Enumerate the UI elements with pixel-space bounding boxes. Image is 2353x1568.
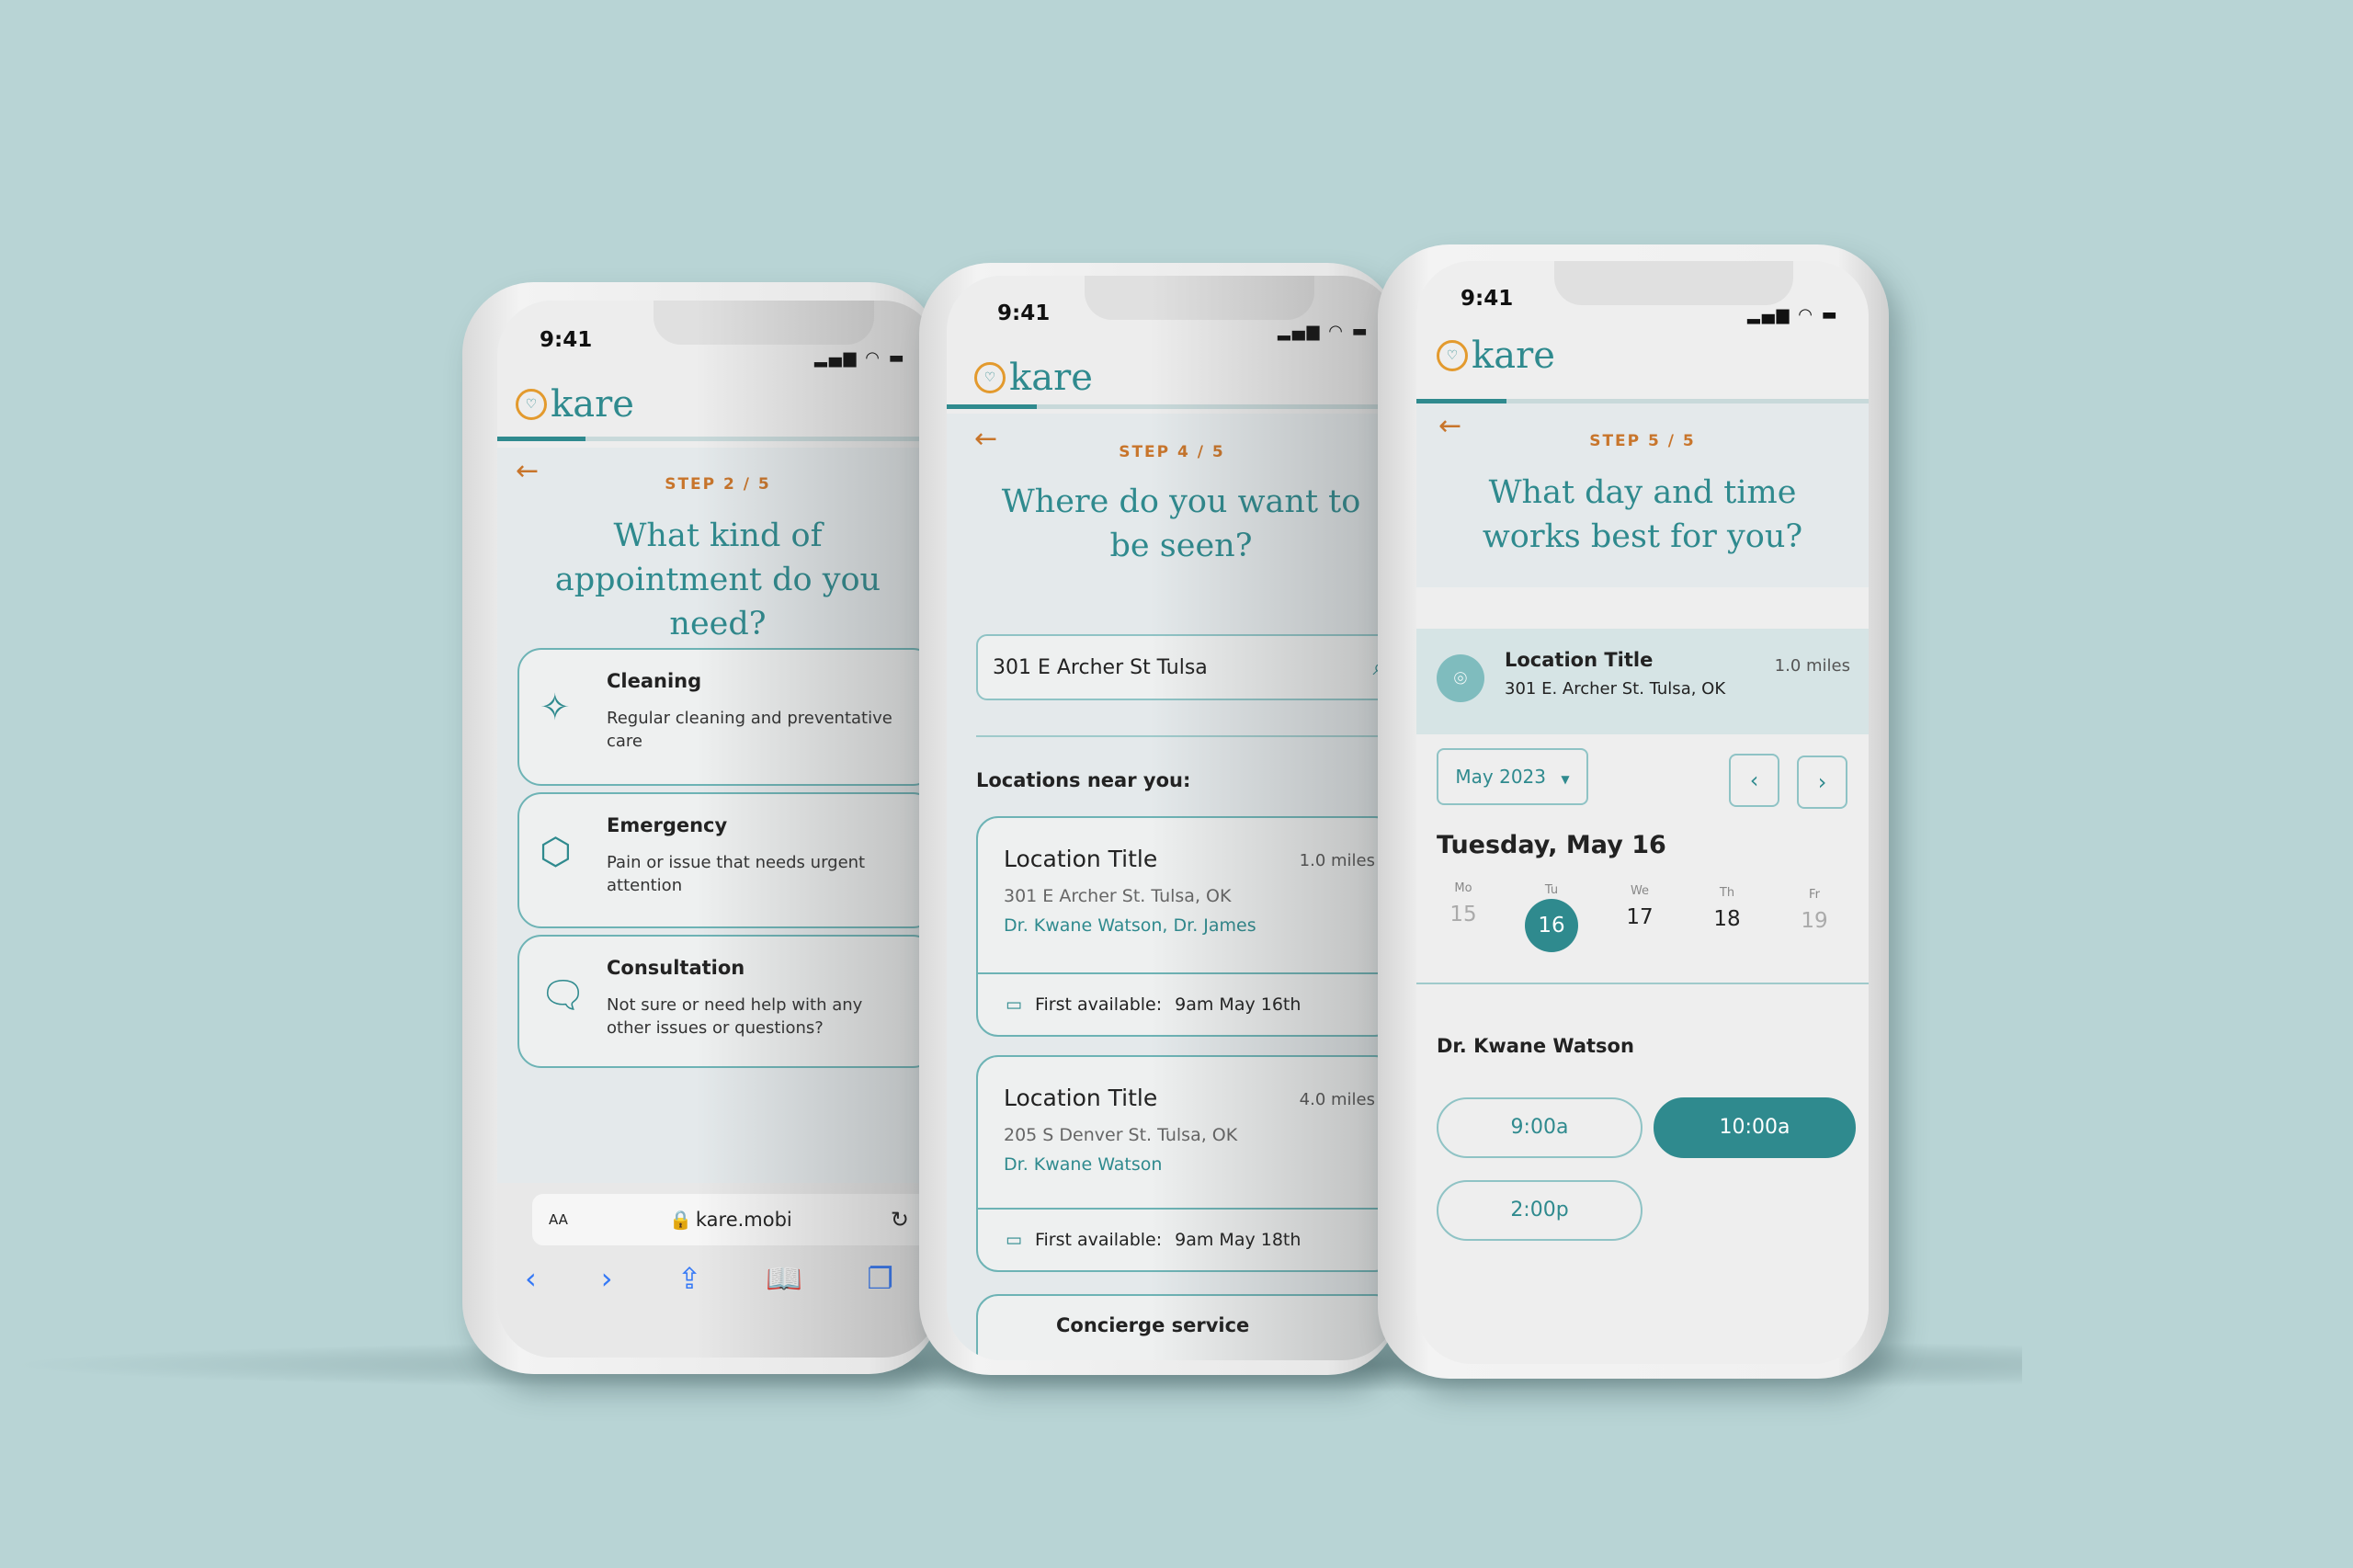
- option-desc: Pain or issue that needs urgent attentio…: [607, 853, 866, 895]
- sparkle-icon: ✧: [540, 687, 571, 729]
- location-title: Location Title: [1004, 1085, 1158, 1111]
- page-title: What day and time works best for you?: [1482, 474, 1803, 555]
- location-address: 301 E. Archer St. Tulsa, OK: [1505, 679, 1726, 699]
- url-text: kare.mobi: [695, 1209, 792, 1231]
- page-title: Where do you want to be seen?: [1001, 483, 1361, 564]
- first-available-label: First available:: [1034, 1230, 1163, 1250]
- location-search-input[interactable]: 301 E Archer St Tulsa ⌕: [976, 634, 1397, 700]
- time-slot[interactable]: 2:00p: [1437, 1180, 1643, 1241]
- text-size-button[interactable]: AA: [549, 1211, 568, 1228]
- phone-step-4: 9:41 ▂▄▆ ◠ ▬ ♡ kare ← STEP 4 / 5 Where do…: [919, 263, 1399, 1375]
- option-desc: Regular cleaning and preventative care: [607, 709, 892, 751]
- chat-bubbles-icon: 🗨: [540, 974, 586, 1017]
- location-distance: 4.0 miles: [1299, 1090, 1375, 1109]
- prev-week-button[interactable]: ‹: [1729, 754, 1779, 807]
- brand-name: kare: [551, 383, 634, 426]
- caret-down-icon: ▼: [1561, 773, 1570, 786]
- divider: [1416, 983, 1869, 984]
- time-slot-selected[interactable]: 10:00a: [1654, 1097, 1856, 1158]
- first-available-value: 9am May 16th: [1175, 994, 1302, 1015]
- brand-name: kare: [1472, 335, 1555, 377]
- day-th[interactable]: Th 18: [1695, 886, 1759, 931]
- month-dropdown[interactable]: May 2023 ▼: [1437, 748, 1588, 805]
- tabs-icon[interactable]: ❐: [867, 1261, 893, 1296]
- back-nav-icon[interactable]: ‹: [525, 1261, 537, 1296]
- tooth-logo-icon: ♡: [974, 362, 1006, 393]
- option-emergency[interactable]: ⬡ Emergency Pain or issue that needs urgen…: [517, 792, 937, 928]
- status-icons: ▂▄▆ ◠ ▬: [1747, 305, 1839, 324]
- status-time: 9:41: [1461, 287, 1514, 311]
- location-doctors: Dr. Kwane Watson, Dr. James: [1004, 915, 1256, 936]
- location-doctors: Dr. Kwane Watson: [1004, 1154, 1163, 1175]
- location-card[interactable]: Location Title 1.0 miles 301 E Archer St…: [976, 816, 1397, 1037]
- concierge-card[interactable]: Concierge service: [976, 1294, 1397, 1360]
- location-title: Location Title: [1505, 649, 1654, 671]
- kare-logo: ♡ kare: [974, 357, 1093, 399]
- option-cleaning[interactable]: ✧ Cleaning Regular cleaning and preventati…: [517, 648, 937, 786]
- phone-step-5: 9:41 ▂▄▆ ◠ ▬ ♡ kare ← STEP 5 / 5 What day…: [1378, 244, 1889, 1379]
- time-slot[interactable]: 9:00a: [1437, 1097, 1643, 1158]
- status-icons: ▂▄▆ ◠ ▬: [814, 348, 906, 368]
- progress-bar: [497, 437, 938, 441]
- step-label: STEP 4 / 5: [1119, 443, 1225, 461]
- location-title: Location Title: [1004, 846, 1158, 872]
- first-available-label: First available:: [1034, 994, 1163, 1015]
- location-distance: 1.0 miles: [1299, 851, 1375, 870]
- share-icon[interactable]: ⇪: [677, 1261, 702, 1296]
- chevron-right-icon: ›: [1817, 769, 1827, 795]
- status-time: 9:41: [997, 301, 1051, 325]
- phone-step-2: 9:41 ▂▄▆ ◠ ▬ ♡ kare ← STEP 2 / 5 What kin…: [462, 282, 940, 1374]
- next-week-button[interactable]: ›: [1797, 756, 1847, 809]
- option-label: Cleaning: [607, 670, 702, 692]
- status-time: 9:41: [540, 328, 593, 352]
- chevron-left-icon: ‹: [1749, 767, 1759, 793]
- calendar-icon: ▭: [1006, 1230, 1022, 1250]
- alert-octagon-icon: ⬡: [540, 831, 572, 873]
- screen: 9:41 ▂▄▆ ◠ ▬ ♡ kare ← STEP 5 / 5 What day…: [1416, 261, 1869, 1364]
- status-icons: ▂▄▆ ◠ ▬: [1278, 322, 1370, 341]
- day-mo: Mo 15: [1449, 881, 1477, 926]
- tooth-logo-icon: ♡: [516, 389, 547, 420]
- reload-icon[interactable]: ↻: [891, 1207, 909, 1233]
- selected-location: ⌾ Location Title 301 E. Archer St. Tulsa…: [1416, 629, 1869, 734]
- concierge-label: Concierge service: [1056, 1314, 1250, 1336]
- first-available-value: 9am May 18th: [1175, 1230, 1302, 1250]
- location-card[interactable]: Location Title 4.0 miles 205 S Denver St…: [976, 1055, 1397, 1272]
- progress-bar: [947, 404, 1397, 409]
- doctor-name: Dr. Kwane Watson: [1437, 1035, 1634, 1057]
- calendar-icon: ▭: [1006, 994, 1022, 1015]
- page-title: What kind of appointment do you need?: [554, 517, 881, 642]
- day-tu[interactable]: Tu 16: [1519, 883, 1584, 952]
- browser-toolbar: AA 🔒 kare.mobi ↻ ‹ › ⇪ 📖 ❐: [497, 1183, 938, 1358]
- date-heading: Tuesday, May 16: [1437, 831, 1666, 859]
- step-label: STEP 2 / 5: [665, 475, 771, 494]
- day-fr: Fr 19: [1801, 888, 1828, 933]
- bookmarks-icon[interactable]: 📖: [766, 1261, 802, 1296]
- option-desc: Not sure or need help with any other iss…: [607, 995, 863, 1038]
- location-address: 205 S Denver St. Tulsa, OK: [1004, 1125, 1238, 1145]
- address-bar[interactable]: AA 🔒 kare.mobi ↻: [532, 1194, 938, 1245]
- location-distance: 1.0 miles: [1774, 656, 1850, 676]
- option-consultation[interactable]: 🗨 Consultation Not sure or need help with …: [517, 935, 937, 1068]
- location-address: 301 E Archer St. Tulsa, OK: [1004, 886, 1232, 906]
- step-label: STEP 5 / 5: [1589, 432, 1696, 450]
- day-we[interactable]: We 17: [1608, 884, 1672, 929]
- map-pin-icon: ⌾: [1437, 654, 1484, 702]
- tooth-logo-icon: ♡: [1437, 340, 1468, 371]
- brand-name: kare: [1009, 357, 1093, 399]
- kare-logo: ♡ kare: [1437, 335, 1555, 377]
- lock-icon: 🔒: [668, 1209, 692, 1231]
- kare-logo: ♡ kare: [516, 383, 634, 426]
- divider: [976, 735, 1397, 737]
- option-label: Emergency: [607, 814, 728, 836]
- forward-nav-icon[interactable]: ›: [601, 1261, 613, 1296]
- screen: 9:41 ▂▄▆ ◠ ▬ ♡ kare ← STEP 2 / 5 What kin…: [497, 301, 938, 1358]
- option-label: Consultation: [607, 957, 745, 979]
- month-value: May 2023: [1455, 766, 1546, 788]
- screen: 9:41 ▂▄▆ ◠ ▬ ♡ kare ← STEP 4 / 5 Where do…: [947, 276, 1397, 1360]
- search-value: 301 E Archer St Tulsa: [993, 655, 1208, 679]
- section-label: Locations near you:: [976, 769, 1191, 791]
